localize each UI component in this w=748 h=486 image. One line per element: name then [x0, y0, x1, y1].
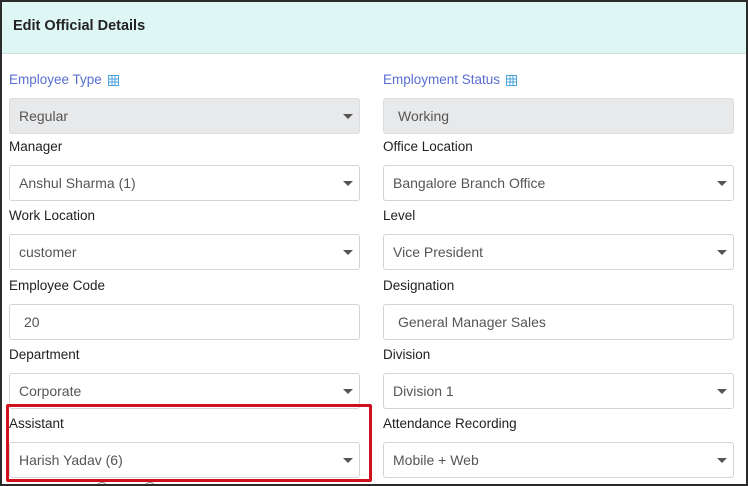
designation-value: General Manager Sales — [398, 314, 546, 330]
division-value: Division 1 — [393, 383, 454, 399]
level-value: Vice President — [393, 244, 484, 260]
panel-title: Edit Official Details — [13, 18, 146, 34]
panel-header: Edit Official Details — [2, 2, 746, 54]
office-location-select[interactable]: Bangalore Branch Office — [383, 165, 734, 201]
attendance-recording-label: Attendance Recording — [383, 416, 517, 431]
work-location-select[interactable]: customer — [9, 234, 360, 270]
employee-code-value: 20 — [24, 314, 40, 330]
employee-code-input[interactable]: 20 — [9, 304, 360, 340]
department-value: Corporate — [19, 383, 82, 399]
radio-icon — [96, 482, 108, 484]
chevron-down-icon — [717, 458, 727, 463]
employee-type-field: Employee Type Regular — [9, 71, 360, 134]
employee-type-label[interactable]: Employee Type — [9, 71, 102, 89]
office-location-value: Bangalore Branch Office — [393, 175, 546, 191]
manager-field: Manager Anshul Sharma (1) — [9, 138, 360, 201]
employee-type-select: Regular — [9, 98, 360, 134]
employee-type-value: Regular — [19, 108, 69, 124]
edit-official-details-panel: Edit Official Details Employee Type Regu… — [0, 0, 748, 486]
grid-icon[interactable] — [107, 74, 119, 86]
grid-icon[interactable] — [506, 74, 518, 86]
radio-icon — [144, 482, 156, 484]
chevron-down-icon — [343, 114, 353, 119]
level-field: Level Vice President — [383, 207, 734, 270]
division-label: Division — [383, 347, 431, 362]
attendance-recording-select[interactable]: Mobile + Web — [383, 442, 734, 478]
designation-field: Designation General Manager Sales — [383, 277, 734, 340]
attendance-recording-field: Attendance Recording Mobile + Web — [383, 415, 734, 478]
work-location-label: Work Location — [9, 208, 96, 223]
division-select[interactable]: Division 1 — [383, 373, 734, 409]
office-location-label: Office Location — [383, 139, 473, 154]
manager-select[interactable]: Anshul Sharma (1) — [9, 165, 360, 201]
chevron-down-icon — [343, 181, 353, 186]
chevron-down-icon — [717, 250, 727, 255]
chevron-down-icon — [717, 389, 727, 394]
employment-status-label[interactable]: Employment Status — [383, 71, 500, 89]
chevron-down-icon — [343, 250, 353, 255]
department-label: Department — [9, 347, 80, 362]
manager-label: Manager — [9, 139, 63, 154]
chevron-down-icon — [717, 181, 727, 186]
designation-label: Designation — [383, 278, 455, 293]
employee-code-label: Employee Code — [9, 278, 106, 293]
manager-value: Anshul Sharma (1) — [19, 175, 136, 191]
designation-input[interactable]: General Manager Sales — [383, 304, 734, 340]
work-location-field: Work Location customer — [9, 207, 360, 270]
assistant-highlight-box — [6, 404, 372, 482]
chevron-down-icon — [343, 389, 353, 394]
employment-status-input: Working — [383, 98, 734, 134]
attendance-recording-value: Mobile + Web — [393, 452, 479, 468]
department-field: Department Corporate — [9, 346, 360, 409]
level-label: Level — [383, 208, 416, 223]
work-location-value: customer — [19, 244, 77, 260]
division-field: Division Division 1 — [383, 346, 734, 409]
office-location-field: Office Location Bangalore Branch Office — [383, 138, 734, 201]
employment-status-value: Working — [398, 108, 450, 124]
employment-status-field: Employment Status Working — [383, 71, 734, 134]
level-select[interactable]: Vice President — [383, 234, 734, 270]
employee-code-field: Employee Code 20 — [9, 277, 360, 340]
